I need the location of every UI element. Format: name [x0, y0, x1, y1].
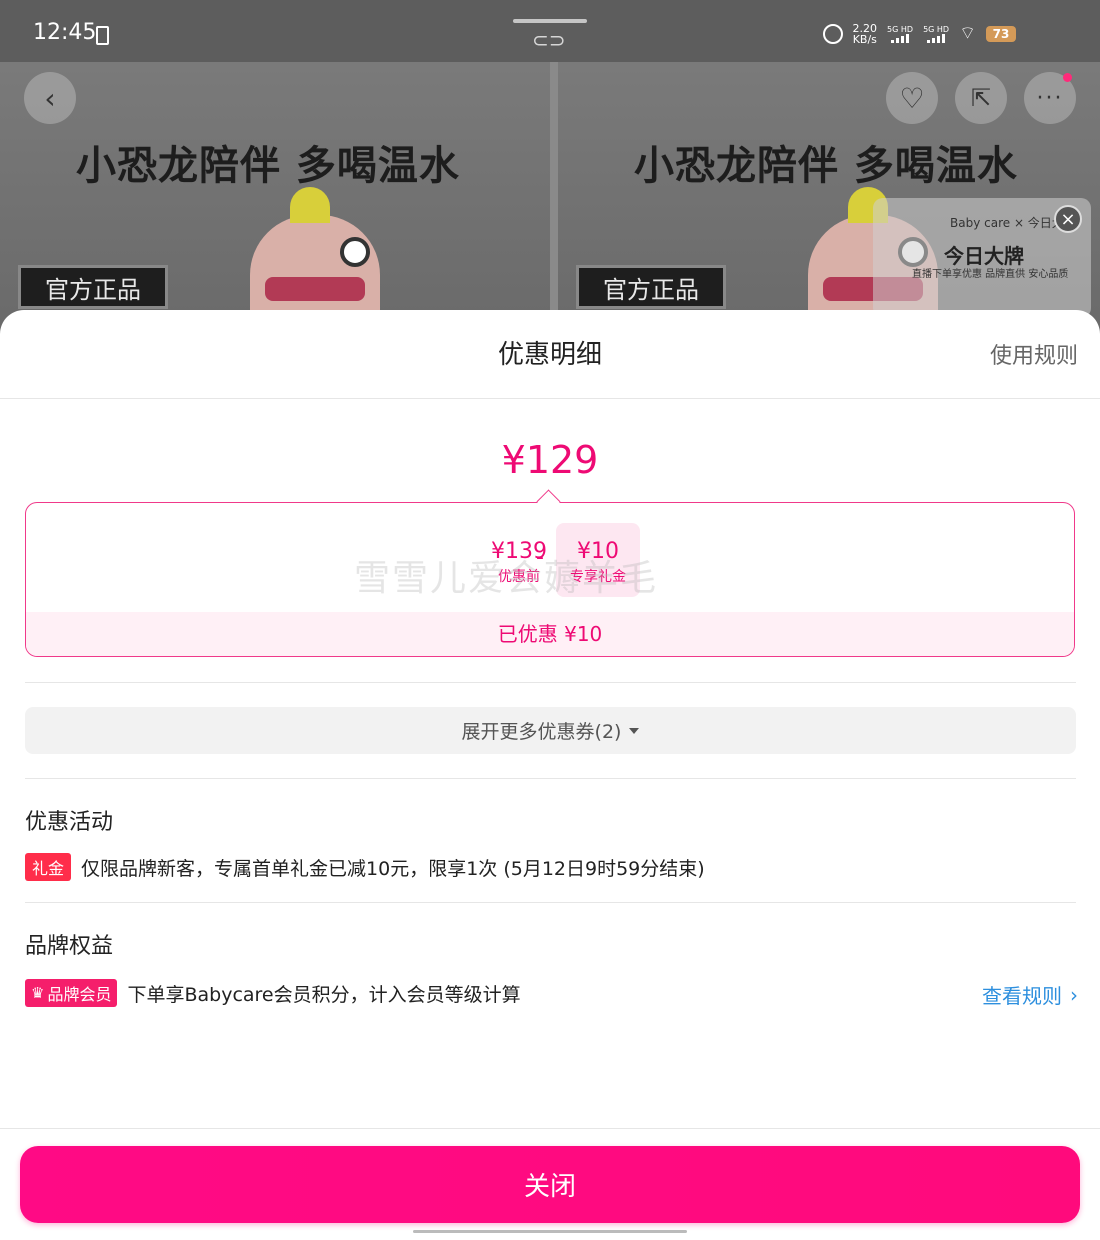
clock: 12:45: [33, 20, 97, 45]
favorite-button[interactable]: ♡: [886, 72, 938, 124]
official-tag: 官方正品: [576, 265, 726, 309]
sheet-title: 优惠明细: [497, 340, 602, 370]
view-rules-link[interactable]: 查看规则 ›: [982, 980, 1078, 1009]
ad-close-button[interactable]: ×: [1054, 205, 1082, 233]
final-price: ¥129: [501, 438, 599, 482]
link-icon: ⊂⊃: [532, 28, 566, 52]
signal-sim1: 5G HD: [887, 25, 913, 43]
brand-benefits-title: 品牌权益: [25, 934, 114, 959]
promotion-item: 礼金 仅限品牌新客，专属首单礼金已减10元，限享1次 (5月12日9时59分结束…: [25, 853, 705, 881]
official-tag: 官方正品: [18, 265, 168, 309]
wifi-icon: ⌔: [959, 23, 976, 44]
divider: [25, 778, 1076, 779]
expand-coupons-button[interactable]: 展开更多优惠券(2): [25, 707, 1076, 754]
ad-subtitle: 直播下单享优惠 品牌直供 安心品质: [912, 269, 1069, 280]
divider: [0, 398, 1100, 399]
share-icon: ⇱: [970, 84, 992, 112]
window-handle[interactable]: [513, 19, 587, 23]
signal-sim2: 5G HD: [923, 25, 949, 43]
product-slogan: 小恐龙陪伴 多喝温水: [634, 143, 1018, 189]
crown-icon: ♛: [31, 984, 45, 1002]
close-button[interactable]: 关闭: [20, 1146, 1080, 1223]
chevron-right-icon: ›: [1070, 982, 1078, 1007]
saved-amount: 已优惠 ¥10: [26, 612, 1074, 656]
divider: [0, 1128, 1100, 1129]
watermark: 雪雪儿爱会薅羊毛: [354, 558, 659, 599]
notification-dot: [1063, 73, 1072, 82]
home-indicator[interactable]: [413, 1230, 687, 1233]
divider: [25, 902, 1076, 903]
alarm-icon: [822, 23, 843, 44]
back-button[interactable]: ‹: [24, 72, 76, 124]
net-speed: 2.20 KB/s: [852, 21, 878, 46]
battery-saver-icon: [96, 26, 109, 45]
status-bar: 12:45 ⊂⊃ 2.20 KB/s 5G HD 5G HD ⌔ 73: [0, 0, 1100, 62]
battery-icon: 73: [986, 25, 1016, 42]
brand-benefit-item: ♛ 品牌会员 下单享Babycare会员积分，计入会员等级计算: [25, 979, 521, 1007]
usage-rules-link[interactable]: 使用规则: [990, 338, 1078, 370]
chevron-left-icon: ‹: [44, 81, 56, 115]
more-icon: ···: [1036, 85, 1064, 111]
promotions-title: 优惠活动: [25, 810, 114, 835]
heart-add-icon: ♡: [899, 81, 925, 115]
price-breakdown: ¥139 优惠前 - ¥10 专享礼金 雪雪儿爱会薅羊毛 已优惠 ¥10: [25, 502, 1075, 657]
close-icon: ×: [1060, 208, 1076, 230]
caret-down-icon: [629, 727, 640, 734]
image-divider: [550, 62, 558, 330]
divider: [25, 682, 1076, 683]
share-button[interactable]: ⇱: [955, 72, 1007, 124]
product-slogan: 小恐龙陪伴 多喝温水: [76, 143, 460, 189]
benefit-text: 下单享Babycare会员积分，计入会员等级计算: [127, 983, 521, 1006]
promotion-text: 仅限品牌新客，专属首单礼金已减10元，限享1次 (5月12日9时59分结束): [81, 857, 705, 880]
member-tag: ♛ 品牌会员: [25, 979, 118, 1007]
gift-tag: 礼金: [25, 853, 72, 881]
discount-details-sheet: 优惠明细 使用规则 ¥129 ¥139 优惠前 - ¥10 专享礼金 雪雪儿爱会…: [0, 310, 1100, 1240]
